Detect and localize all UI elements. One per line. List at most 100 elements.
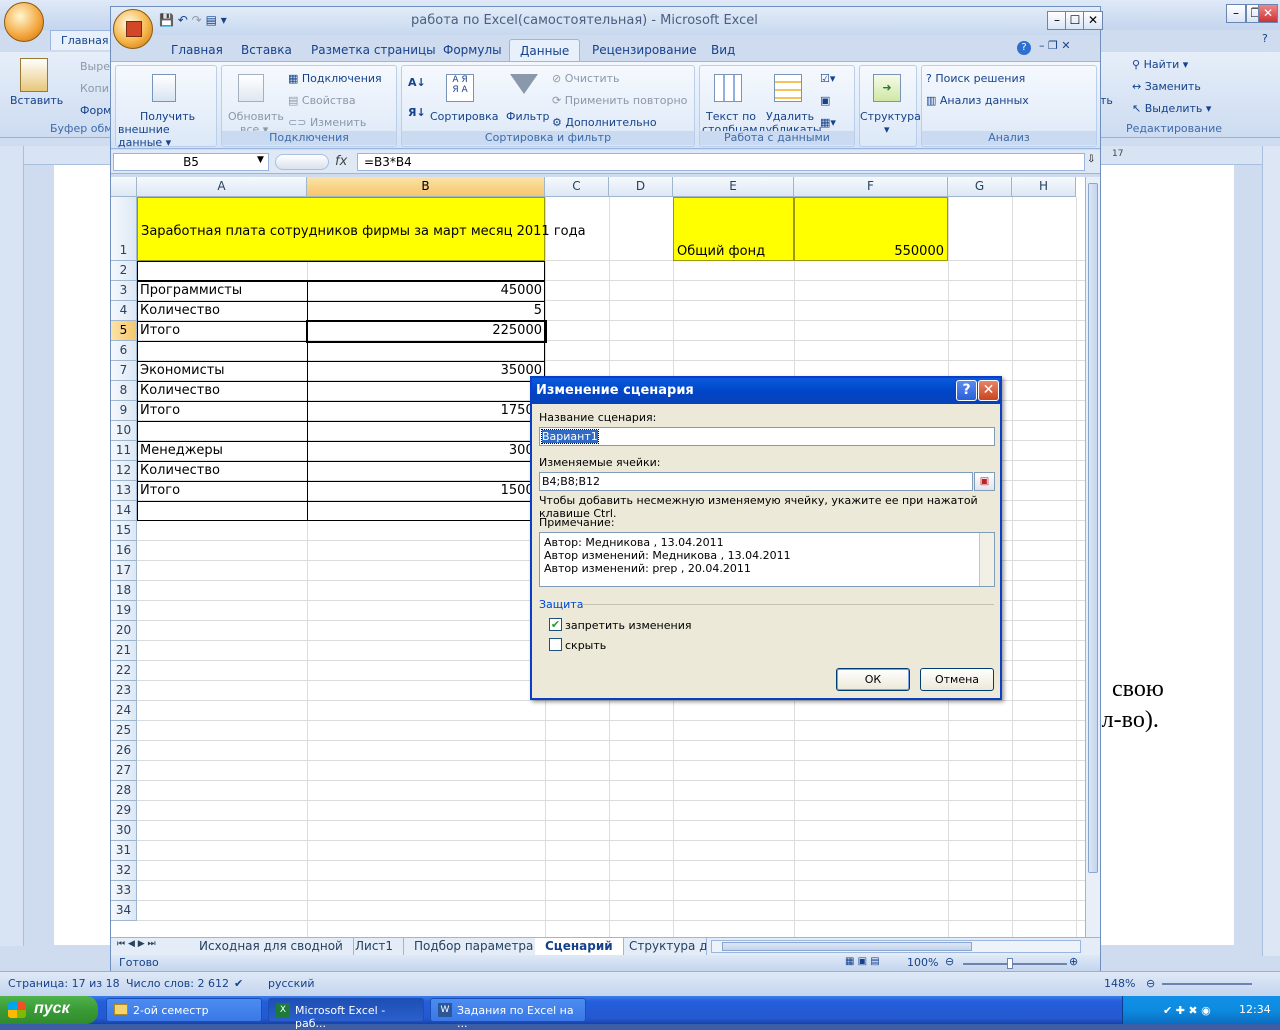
get-external-label-1[interactable]: Получить xyxy=(140,110,195,123)
word-help-icon[interactable]: ? xyxy=(1262,32,1268,45)
sheet-tab-active[interactable]: Сценарий xyxy=(535,938,624,955)
changing-cells-input[interactable]: B4;B8;B12 xyxy=(539,472,973,491)
tab-data[interactable]: Данные xyxy=(509,39,581,61)
column-header[interactable]: C xyxy=(545,177,609,197)
qat-dropdown-icon[interactable]: ▾ xyxy=(221,13,227,27)
tab-page-layout[interactable]: Разметка страницы xyxy=(301,39,446,61)
row-header[interactable]: 22 xyxy=(111,661,137,681)
zoom-out-icon[interactable]: ⊖ xyxy=(1146,977,1155,990)
reapply-button[interactable]: ⟳ Применить повторно xyxy=(552,94,687,107)
sort-za-icon[interactable]: Я↓ xyxy=(408,106,426,119)
cell-b5[interactable]: 225000 xyxy=(311,323,542,338)
row-header[interactable]: 15 xyxy=(111,521,137,541)
row-header[interactable]: 8 xyxy=(111,381,137,401)
sheet-nav-buttons[interactable]: ⏮ ◀ ▶ ⏭ xyxy=(117,939,156,949)
excel-zoom-level[interactable]: 100% xyxy=(907,956,938,969)
row-header[interactable]: 17 xyxy=(111,561,137,581)
row-header[interactable]: 7 xyxy=(111,361,137,381)
help-icon[interactable]: ? xyxy=(1017,41,1031,55)
zoom-slider[interactable] xyxy=(1162,983,1252,985)
vertical-scrollbar[interactable] xyxy=(1085,177,1100,937)
taskbar-item-excel[interactable]: Microsoft Excel - раб... xyxy=(268,998,424,1030)
row-header[interactable]: 34 xyxy=(111,901,137,921)
outline-icon[interactable]: ➜ xyxy=(873,74,901,102)
refresh-all-label-1[interactable]: Обновить xyxy=(228,110,284,123)
cell-b3[interactable]: 45000 xyxy=(311,283,542,298)
cell-b11[interactable]: 3000 xyxy=(311,443,542,458)
row-header[interactable]: 14 xyxy=(111,501,137,521)
status-language[interactable]: русский xyxy=(268,977,315,990)
row-header[interactable]: 9 xyxy=(111,401,137,421)
help-button[interactable]: ? xyxy=(956,380,977,401)
text-to-columns-icon[interactable] xyxy=(714,74,742,102)
cell-f1[interactable]: 550000 xyxy=(794,197,948,261)
row-header[interactable]: 4 xyxy=(111,301,137,321)
tray-icons[interactable]: ✔ ✚ ✖ ◉ xyxy=(1163,1004,1211,1017)
cell-b4[interactable]: 5 xyxy=(311,303,542,318)
tab-view[interactable]: Вид xyxy=(701,39,745,61)
formula-bar-handle[interactable] xyxy=(275,154,329,170)
hide-label[interactable]: скрыть xyxy=(565,639,606,652)
cell-a7[interactable]: Экономисты xyxy=(140,363,225,378)
cell-a4[interactable]: Количество xyxy=(140,303,220,318)
row-header[interactable]: 6 xyxy=(111,341,137,361)
find-button[interactable]: ⚲ Найти ▾ xyxy=(1132,58,1188,71)
view-buttons[interactable]: ▦ ▣ ▤ xyxy=(845,956,880,967)
remove-duplicates-label-1[interactable]: Удалить xyxy=(766,110,814,123)
consolidate-icon[interactable]: ▣ xyxy=(820,94,830,107)
row-header[interactable]: 32 xyxy=(111,861,137,881)
row-header[interactable]: 11 xyxy=(111,441,137,461)
outline-label[interactable]: Структура xyxy=(860,110,921,123)
prevent-changes-label[interactable]: запретить изменения xyxy=(565,619,691,632)
cell-a1[interactable]: Заработная плата сотрудников фирмы за ма… xyxy=(137,197,586,261)
cell-a11[interactable]: Менеджеры xyxy=(140,443,223,458)
zoom-out-button[interactable]: ⊖ xyxy=(945,955,954,968)
cell-b9[interactable]: 17500 xyxy=(311,403,542,418)
dialog-close-button[interactable]: ✕ xyxy=(978,380,999,401)
cell-a5[interactable]: Итого xyxy=(140,323,180,338)
row-header[interactable]: 13 xyxy=(111,481,137,501)
column-header[interactable]: H xyxy=(1012,177,1076,197)
zoom-slider-thumb[interactable] xyxy=(1007,958,1013,969)
name-box[interactable]: B5 xyxy=(113,153,269,171)
cell-e1[interactable]: Общий фонд xyxy=(673,197,794,261)
status-page[interactable]: Страница: 17 из 18 xyxy=(8,977,120,990)
taskbar-item-word[interactable]: Задания по Excel на ... xyxy=(430,998,586,1030)
get-external-label-2[interactable]: внешние данные ▾ xyxy=(118,123,216,149)
comment-textarea[interactable]: Автор: Медникова , 13.04.2011 Автор изме… xyxy=(539,532,995,587)
cut-label[interactable]: Выре xyxy=(80,60,110,73)
collapse-dialog-icon[interactable]: ▣ xyxy=(974,472,995,491)
maximize-button[interactable]: ☐ xyxy=(1065,11,1085,30)
tab-review[interactable]: Рецензирование xyxy=(582,39,707,61)
sheet-tab[interactable]: Исходная для сводной xyxy=(189,938,354,955)
column-header[interactable]: A xyxy=(137,177,307,197)
row-header[interactable]: 21 xyxy=(111,641,137,661)
replace-button[interactable]: ↔ Заменить xyxy=(1132,80,1201,93)
sort-icon[interactable]: А ЯЯ А xyxy=(446,74,474,102)
select-all-corner[interactable] xyxy=(111,177,137,197)
expand-formula-icon[interactable]: ⇩ xyxy=(1087,154,1095,165)
row-header[interactable]: 26 xyxy=(111,741,137,761)
redo-icon[interactable]: ↷ xyxy=(192,13,202,27)
text-to-columns-label-1[interactable]: Текст по xyxy=(706,110,756,123)
row-header[interactable]: 16 xyxy=(111,541,137,561)
row-header[interactable]: 31 xyxy=(111,841,137,861)
scroll-thumb[interactable] xyxy=(1088,183,1098,873)
sort-label[interactable]: Сортировка xyxy=(430,110,499,123)
hide-checkbox[interactable] xyxy=(549,638,562,651)
tab-insert[interactable]: Вставка xyxy=(231,39,302,61)
row-header[interactable]: 19 xyxy=(111,601,137,621)
minimize-button[interactable]: – xyxy=(1047,11,1067,30)
cell-a8[interactable]: Количество xyxy=(140,383,220,398)
cell-b7[interactable]: 35000 xyxy=(311,363,542,378)
row-header[interactable]: 5 xyxy=(111,321,137,341)
row-header[interactable]: 1 xyxy=(111,197,137,261)
tab-home[interactable]: Главная xyxy=(161,39,233,61)
copy-label[interactable]: Копи xyxy=(80,82,109,95)
select-button[interactable]: ↖ Выделить ▾ xyxy=(1132,102,1211,115)
cell-a2[interactable] xyxy=(137,261,545,281)
scenario-name-input[interactable]: Вариант1 xyxy=(539,427,995,446)
clear-button[interactable]: ⊘ Очистить xyxy=(552,72,620,85)
ribbon-window-controls[interactable]: – ❐ ✕ xyxy=(1039,39,1071,52)
row-header[interactable]: 12 xyxy=(111,461,137,481)
